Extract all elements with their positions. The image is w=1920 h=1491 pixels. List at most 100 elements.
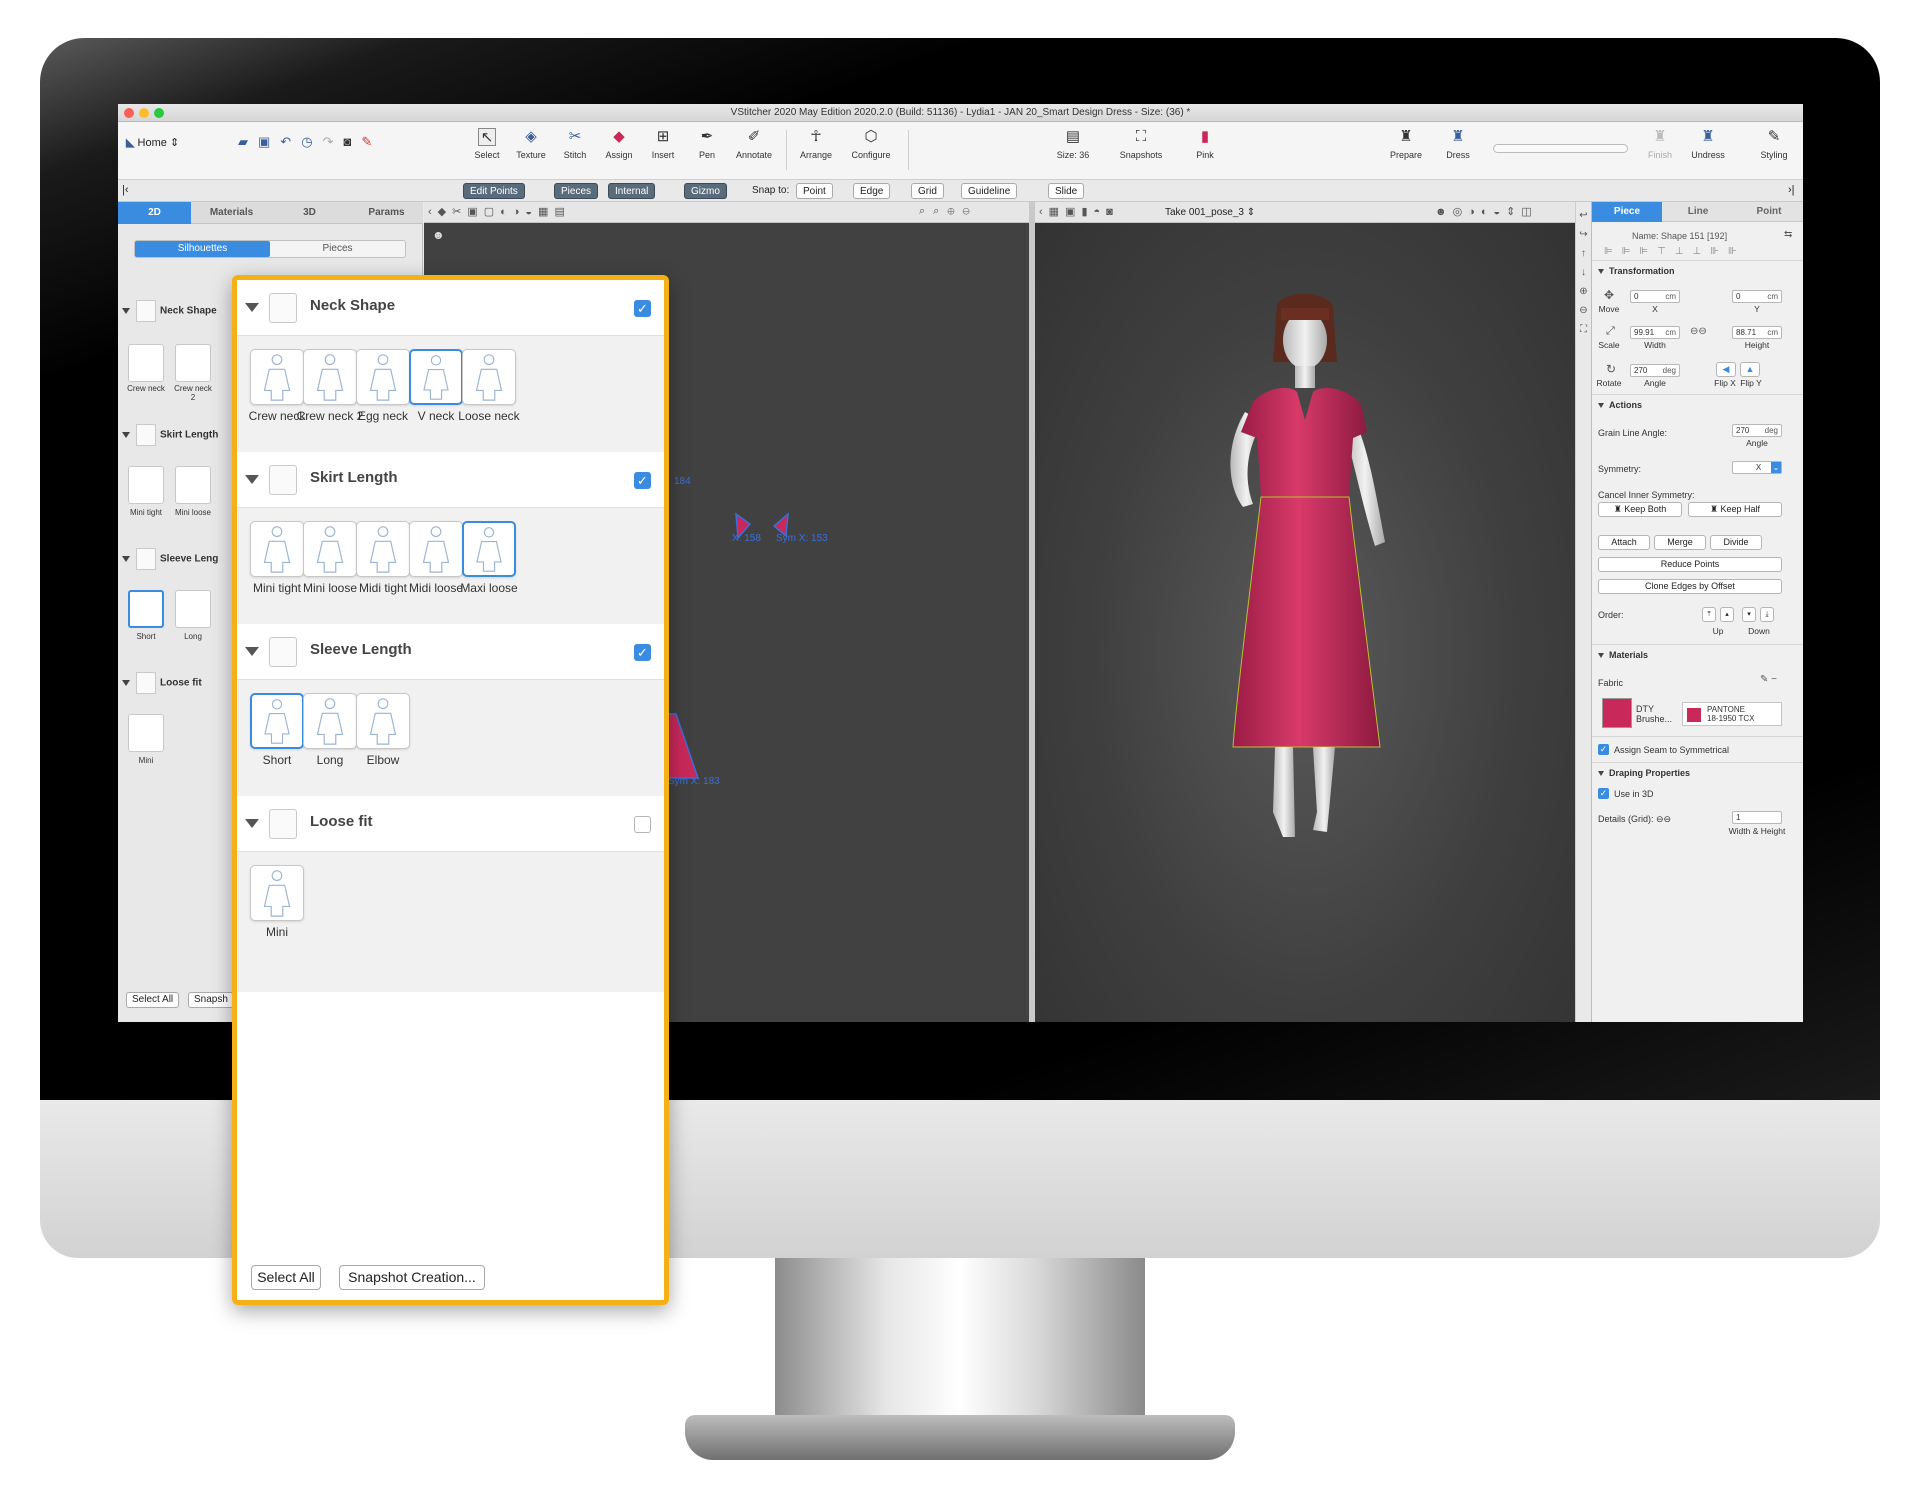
silhouette-option[interactable]	[303, 693, 357, 749]
snapshot-creation-button[interactable]: Snapshot Creation...	[339, 1265, 485, 1290]
section-0[interactable]: Neck Shape ✓	[237, 280, 664, 336]
avatar-toggle-icon[interactable]: ☻	[432, 228, 445, 242]
section-checkbox[interactable]	[634, 816, 651, 833]
silhouette-option[interactable]	[462, 349, 516, 405]
gizmo-toggle[interactable]: Gizmo	[684, 183, 727, 199]
zoom-icons[interactable]: ⌕⌕⊕⊖	[919, 205, 978, 218]
keep-half-button[interactable]: ♜ Keep Half	[1688, 502, 1782, 517]
collapse-arrow-icon[interactable]	[245, 475, 259, 484]
move-y-input[interactable]: 0 cm	[1732, 290, 1782, 303]
slide-toggle[interactable]: Slide	[1048, 183, 1085, 199]
avatar-3d-view[interactable]: ‹▦▣▮◓◙ Take 001_pose_3 ⇕ ☻◎◑◐◒⇕◫	[1035, 202, 1575, 1022]
colorway-selector[interactable]: ▮ Pink	[1188, 128, 1222, 160]
grain-angle-input[interactable]: 270 deg	[1732, 424, 1782, 437]
reduce-points-button[interactable]: Reduce Points	[1598, 557, 1782, 572]
section-checkbox[interactable]: ✓	[634, 300, 651, 317]
snap-edge-toggle[interactable]: Edge	[853, 183, 891, 199]
details-grid-input[interactable]: 1	[1732, 811, 1782, 824]
silhouette-option[interactable]	[303, 349, 357, 405]
silhouette-option[interactable]	[250, 521, 304, 577]
silhouette-option[interactable]	[462, 521, 516, 577]
up-button[interactable]: ▴	[1720, 607, 1734, 622]
minimize-window-button[interactable]	[139, 108, 149, 118]
collapse-left-icon[interactable]: |‹	[122, 184, 129, 196]
zoom-window-button[interactable]	[154, 108, 164, 118]
segment-pieces[interactable]: Pieces	[270, 241, 405, 257]
snapshots-button[interactable]: ⛶ Snapshots	[1113, 128, 1169, 160]
silhouette-option[interactable]	[409, 521, 463, 577]
configure-tool[interactable]: ⬡ Configure	[846, 128, 896, 160]
pantone-swatch[interactable]: PANTONE 18-1950 TCX	[1682, 702, 1782, 726]
view2d-tool-icons[interactable]: ‹◆✂▣▢◐◑◒▦▤	[428, 205, 571, 218]
assign-seam-checkbox[interactable]: ✓	[1598, 744, 1609, 755]
collapse-arrow-icon[interactable]	[245, 647, 259, 656]
divide-button[interactable]: Divide	[1710, 535, 1762, 550]
section-3[interactable]: Loose fit	[237, 796, 664, 852]
move-x-input[interactable]: 0 cm	[1630, 290, 1680, 303]
fabric-swatch[interactable]	[1602, 698, 1632, 728]
silhouette-long[interactable]	[175, 590, 211, 628]
insert-tool[interactable]: ⊞ Insert	[646, 128, 680, 160]
home-menu[interactable]: ◣ Home ⇕	[126, 136, 179, 149]
collapse-arrow-icon[interactable]	[245, 819, 259, 828]
avatar-with-dress[interactable]	[1185, 292, 1435, 852]
silhouette-option[interactable]	[250, 865, 304, 921]
texture-tool[interactable]: ◈ Texture	[514, 128, 548, 160]
tab-params[interactable]: Params	[350, 202, 423, 224]
camera-icon[interactable]: ◙	[343, 134, 361, 149]
tab-2d[interactable]: 2D	[118, 202, 191, 224]
to-bottom-button[interactable]: ⤓	[1760, 607, 1774, 622]
silhouette-option[interactable]	[250, 349, 304, 405]
down-button[interactable]: ▾	[1742, 607, 1756, 622]
section-materials[interactable]: Materials	[1598, 650, 1648, 660]
navigation-icons[interactable]: ↩ ↪ ↑ ↓ ⊕ ⊖ ⛶	[1576, 206, 1591, 339]
pen-tool[interactable]: ✒ Pen	[690, 128, 724, 160]
size-selector[interactable]: ▤ Size: 36	[1048, 128, 1098, 160]
section-1[interactable]: Skirt Length ✓	[237, 452, 664, 508]
clone-edges-button[interactable]: Clone Edges by Offset	[1598, 579, 1782, 594]
section-skirt-length[interactable]: Skirt Length	[122, 424, 237, 446]
silhouette-option[interactable]	[303, 521, 357, 577]
flip-x-button[interactable]: ◀	[1716, 362, 1736, 377]
flip-y-button[interactable]: ▲	[1740, 362, 1760, 377]
symmetry-select[interactable]: X ⌄	[1732, 461, 1782, 474]
snap-guideline-toggle[interactable]: Guideline	[961, 183, 1018, 199]
angle-input[interactable]: 270 deg	[1630, 364, 1680, 377]
view3d-tool-icons[interactable]: ‹▦▣▮◓◙	[1039, 205, 1119, 218]
select-all-button-small[interactable]: Select All	[126, 992, 180, 1008]
tab-point[interactable]: Point	[1734, 202, 1803, 222]
section-2[interactable]: Sleeve Length ✓	[237, 624, 664, 680]
segment-silhouettes[interactable]: Silhouettes	[135, 241, 270, 257]
silhouette-short[interactable]	[128, 590, 164, 628]
height-input[interactable]: 88.71 cm	[1732, 326, 1782, 339]
prepare-tool[interactable]: ♜ Prepare	[1386, 128, 1426, 160]
stitch-tool[interactable]: ✂ Stitch	[558, 128, 592, 160]
select-tool[interactable]: ↖ Select	[470, 128, 504, 160]
tab-3d[interactable]: 3D	[272, 202, 347, 224]
assign-tool[interactable]: ◆ Assign	[602, 128, 636, 160]
history-icon[interactable]: ◷	[301, 134, 322, 149]
undress-tool[interactable]: ♜ Undress	[1688, 128, 1728, 160]
tab-line[interactable]: Line	[1663, 202, 1733, 222]
section-actions[interactable]: Actions	[1598, 400, 1642, 410]
silhouette-mini[interactable]	[128, 714, 164, 752]
silhouette-mini-tight[interactable]	[128, 466, 164, 504]
section-checkbox[interactable]: ✓	[634, 644, 651, 661]
take-selector[interactable]: Take 001_pose_3 ⇕	[1165, 207, 1255, 218]
silhouette-option[interactable]	[356, 349, 410, 405]
undo-icon[interactable]: ↶	[280, 134, 301, 149]
silhouette-crew-neck-2[interactable]	[175, 344, 211, 382]
snapshot-button-small[interactable]: Snapsh	[188, 992, 234, 1008]
use-in-3d-checkbox[interactable]: ✓	[1598, 788, 1609, 799]
pattern-piece-skirt[interactable]	[664, 712, 704, 782]
view3d-render-icons[interactable]: ☻◎◑◐◒⇕◫	[1435, 205, 1538, 218]
section-draping[interactable]: Draping Properties	[1598, 768, 1690, 778]
folder-icon[interactable]: ▰	[238, 134, 258, 149]
align-icons[interactable]: ⊫⊫⊫⊤⊥⊥⊪⊪	[1604, 246, 1746, 257]
redo-icon[interactable]: ↷	[323, 134, 344, 149]
snap-grid-toggle[interactable]: Grid	[911, 183, 944, 199]
snap-point-toggle[interactable]: Point	[796, 183, 833, 199]
silhouette-crew-neck[interactable]	[128, 344, 164, 382]
annotate-tool[interactable]: ✐ Annotate	[732, 128, 776, 160]
edit-points-toggle[interactable]: Edit Points	[463, 183, 525, 199]
